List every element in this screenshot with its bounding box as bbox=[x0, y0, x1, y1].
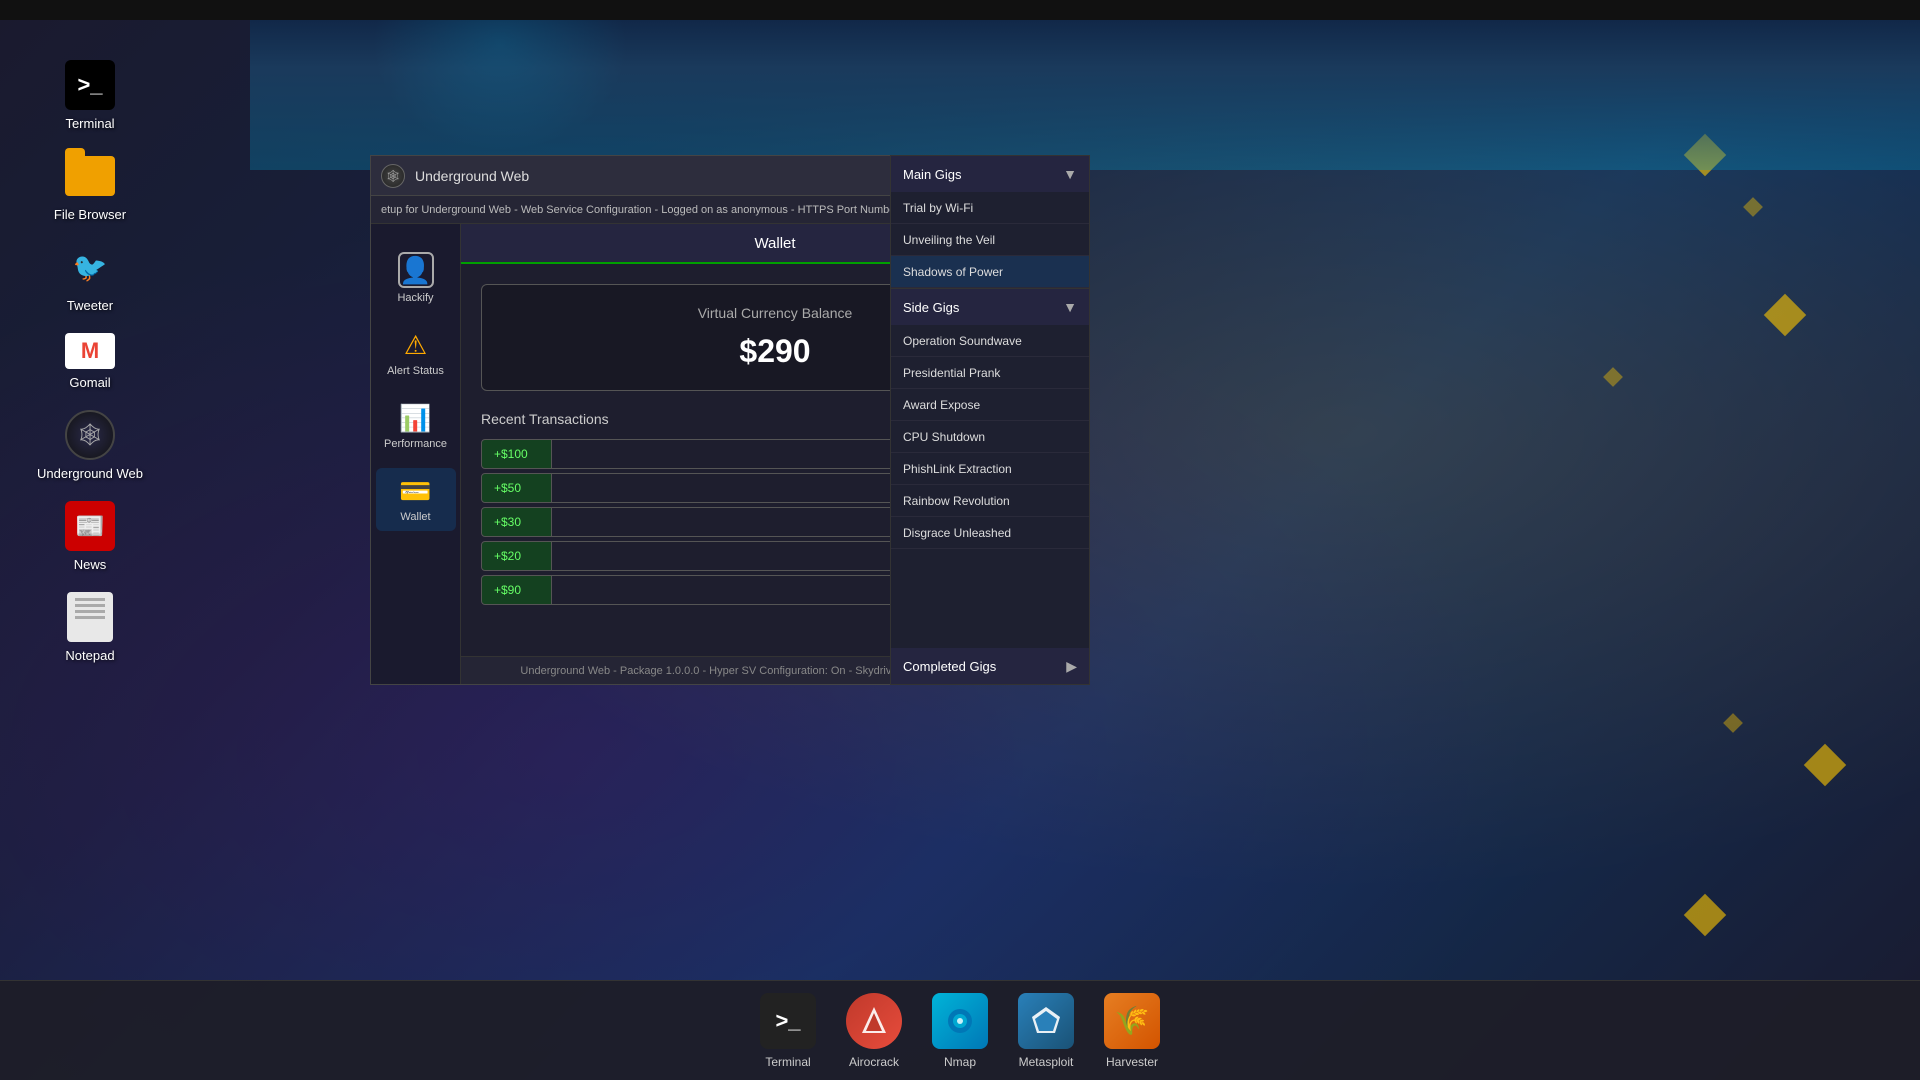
character-background bbox=[250, 0, 1920, 170]
gig-item-trial-by-wifi[interactable]: Trial by Wi-Fi bbox=[891, 192, 1089, 224]
sidebar-item-tweeter[interactable]: 🐦 Tweeter bbox=[65, 242, 115, 313]
address-bar-text: etup for Underground Web - Web Service C… bbox=[381, 204, 971, 216]
taskbar-airocrack-icon bbox=[846, 993, 902, 1049]
sidebar-item-terminal[interactable]: >_ Terminal bbox=[65, 60, 115, 131]
gig-label-award-expose: Award Expose bbox=[903, 398, 980, 412]
sidebar-item-notepad[interactable]: Notepad bbox=[65, 592, 115, 663]
sidebar-label-terminal: Terminal bbox=[65, 116, 114, 131]
side-gigs-expand-icon: ▼ bbox=[1063, 299, 1077, 315]
nav-label-alert-status: Alert Status bbox=[387, 365, 444, 377]
taskbar-bottom: >_ Terminal Airocrack Nmap Meta bbox=[0, 980, 1920, 1080]
left-nav: 👤 Hackify ⚠ Alert Status 📊 Performance 💳… bbox=[371, 224, 461, 684]
taskbar-label-nmap: Nmap bbox=[944, 1055, 976, 1069]
underground-web-icon: 🕸 bbox=[65, 410, 115, 460]
nav-label-wallet: Wallet bbox=[400, 511, 430, 523]
side-gigs-title: Side Gigs bbox=[903, 300, 959, 315]
sidebar-item-underground-web[interactable]: 🕸 Underground Web bbox=[37, 410, 143, 481]
nav-item-performance[interactable]: 📊 Performance bbox=[376, 395, 456, 458]
wallet-section-title: Wallet bbox=[754, 235, 795, 252]
tx-amount-2: +$30 bbox=[482, 508, 552, 536]
taskbar-top bbox=[0, 0, 1920, 20]
tx-amount-3: +$20 bbox=[482, 542, 552, 570]
gig-item-phishlink-extraction[interactable]: PhishLink Extraction bbox=[891, 453, 1089, 485]
sidebar-label-tweeter: Tweeter bbox=[67, 298, 113, 313]
sidebar-item-gomail[interactable]: Gomail bbox=[65, 333, 115, 390]
sidebar-label-notepad: Notepad bbox=[65, 648, 114, 663]
wallet-icon: 💳 bbox=[399, 476, 431, 507]
taskbar-label-airocrack: Airocrack bbox=[849, 1055, 899, 1069]
taskbar-harvester-icon: 🌾 bbox=[1104, 993, 1160, 1049]
nav-item-alert-status[interactable]: ⚠ Alert Status bbox=[376, 322, 456, 385]
sidebar-label-news: News bbox=[74, 557, 107, 572]
nav-label-hackify: Hackify bbox=[397, 292, 433, 304]
nav-item-wallet[interactable]: 💳 Wallet bbox=[376, 468, 456, 531]
gig-label-phishlink-extraction: PhishLink Extraction bbox=[903, 462, 1012, 476]
gig-item-rainbow-revolution[interactable]: Rainbow Revolution bbox=[891, 485, 1089, 517]
sidebar-label-file-browser: File Browser bbox=[54, 207, 126, 222]
gigs-panel: Main Gigs ▼ Trial by Wi-Fi Unveiling the… bbox=[890, 155, 1090, 685]
notepad-icon bbox=[67, 592, 113, 642]
completed-gigs-header[interactable]: Completed Gigs ▶ bbox=[891, 648, 1089, 684]
gig-item-operation-soundwave[interactable]: Operation Soundwave bbox=[891, 325, 1089, 357]
main-gigs-header[interactable]: Main Gigs ▼ bbox=[891, 156, 1089, 192]
completed-gigs-title: Completed Gigs bbox=[903, 659, 996, 674]
gig-item-presidential-prank[interactable]: Presidential Prank bbox=[891, 357, 1089, 389]
news-icon: 📰 bbox=[65, 501, 115, 551]
gig-item-cpu-shutdown[interactable]: CPU Shutdown bbox=[891, 421, 1089, 453]
tx-amount-4: +$90 bbox=[482, 576, 552, 604]
gomail-icon bbox=[65, 333, 115, 369]
alert-status-icon: ⚠ bbox=[404, 330, 427, 361]
terminal-icon: >_ bbox=[65, 60, 115, 110]
desktop-sidebar: >_ Terminal File Browser 🐦 Tweeter Gomai… bbox=[0, 20, 180, 663]
character-silhouette bbox=[350, 0, 650, 170]
gig-item-disgrace-unleashed[interactable]: Disgrace Unleashed bbox=[891, 517, 1089, 549]
sidebar-item-file-browser[interactable]: File Browser bbox=[54, 151, 126, 222]
file-browser-icon bbox=[65, 151, 115, 201]
tx-amount-0: +$100 bbox=[482, 440, 552, 468]
tweeter-icon: 🐦 bbox=[65, 242, 115, 292]
taskbar-nmap-icon bbox=[932, 993, 988, 1049]
hackify-icon: 👤 bbox=[398, 252, 434, 288]
taskbar-app-harvester[interactable]: 🌾 Harvester bbox=[1104, 993, 1160, 1069]
gig-label-rainbow-revolution: Rainbow Revolution bbox=[903, 494, 1010, 508]
performance-icon: 📊 bbox=[399, 403, 431, 434]
main-gigs-expand-icon: ▼ bbox=[1063, 166, 1077, 182]
taskbar-label-metasploit: Metasploit bbox=[1019, 1055, 1074, 1069]
nav-label-performance: Performance bbox=[384, 438, 447, 450]
gig-label-operation-soundwave: Operation Soundwave bbox=[903, 334, 1022, 348]
gig-label-unveiling-the-veil: Unveiling the Veil bbox=[903, 233, 995, 247]
taskbar-app-terminal[interactable]: >_ Terminal bbox=[760, 993, 816, 1069]
sidebar-label-gomail: Gomail bbox=[69, 375, 110, 390]
gig-item-unveiling-the-veil[interactable]: Unveiling the Veil bbox=[891, 224, 1089, 256]
notepad-icon-wrap bbox=[65, 592, 115, 642]
side-gigs-header[interactable]: Side Gigs ▼ bbox=[891, 289, 1089, 325]
nav-item-hackify[interactable]: 👤 Hackify bbox=[376, 244, 456, 312]
gig-item-shadows-of-power[interactable]: Shadows of Power bbox=[891, 256, 1089, 288]
gig-label-shadows-of-power: Shadows of Power bbox=[903, 265, 1003, 279]
gig-label-presidential-prank: Presidential Prank bbox=[903, 366, 1000, 380]
sidebar-item-news[interactable]: 📰 News bbox=[65, 501, 115, 572]
taskbar-app-nmap[interactable]: Nmap bbox=[932, 993, 988, 1069]
tx-amount-1: +$50 bbox=[482, 474, 552, 502]
sidebar-label-underground-web: Underground Web bbox=[37, 466, 143, 481]
gig-label-cpu-shutdown: CPU Shutdown bbox=[903, 430, 985, 444]
gig-label-disgrace-unleashed: Disgrace Unleashed bbox=[903, 526, 1011, 540]
folder-icon bbox=[65, 156, 115, 196]
main-gigs-title: Main Gigs bbox=[903, 167, 962, 182]
taskbar-terminal-icon: >_ bbox=[760, 993, 816, 1049]
completed-gigs-expand-icon: ▶ bbox=[1066, 658, 1077, 675]
gig-label-trial-by-wifi: Trial by Wi-Fi bbox=[903, 201, 973, 215]
taskbar-app-metasploit[interactable]: Metasploit bbox=[1018, 993, 1074, 1069]
taskbar-metasploit-icon bbox=[1018, 993, 1074, 1049]
gig-item-award-expose[interactable]: Award Expose bbox=[891, 389, 1089, 421]
taskbar-app-airocrack[interactable]: Airocrack bbox=[846, 993, 902, 1069]
window-app-icon: 🕸 bbox=[381, 164, 405, 188]
taskbar-label-terminal: Terminal bbox=[765, 1055, 810, 1069]
taskbar-label-harvester: Harvester bbox=[1106, 1055, 1158, 1069]
